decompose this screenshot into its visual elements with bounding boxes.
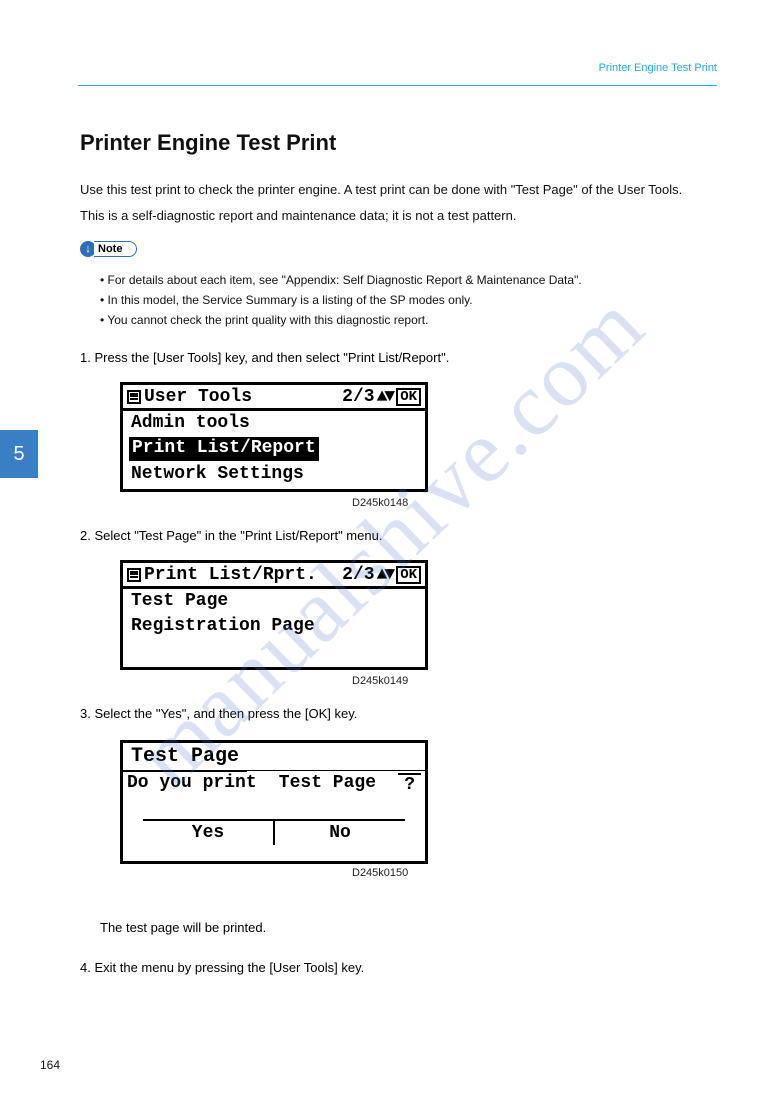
ok-indicator: OK xyxy=(396,388,421,406)
lcd-page-indicator: 2/3 xyxy=(342,387,374,407)
lcd-titlebar: User Tools 2/3 ▲▼ OK xyxy=(123,385,425,411)
lcd-screen-confirm: Test Page Do you print Test Page ? Yes N… xyxy=(120,740,428,864)
header-label: Printer Engine Test Print xyxy=(599,62,717,74)
note-bullet-2: In this model, the Service Summary is a … xyxy=(100,292,717,309)
lcd-titlebar: Print List/Rprt. 2/3 ▲▼ OK xyxy=(123,563,425,589)
step-1: 1. Press the [User Tools] key, and then … xyxy=(80,350,449,365)
updown-arrows-icon: ▲▼ xyxy=(377,387,393,407)
option-no: No xyxy=(275,821,405,845)
header-divider xyxy=(78,85,717,86)
page-number: 164 xyxy=(40,1058,60,1072)
step-2: 2. Select "Test Page" in the "Print List… xyxy=(80,528,382,543)
ok-indicator: OK xyxy=(396,566,421,584)
image-id-2: D245k0149 xyxy=(352,675,408,687)
lcd-item-admin-tools: Admin tools xyxy=(123,411,425,436)
note-bullet-3: You cannot check the print quality with … xyxy=(100,312,717,329)
prompt-left: Do you print xyxy=(127,773,257,795)
note-label: Note xyxy=(94,241,137,257)
option-yes: Yes xyxy=(143,821,275,845)
step-3: 3. Select the "Yes", and then press the … xyxy=(80,706,357,721)
lcd-item-test-page: Test Page xyxy=(123,589,425,614)
intro-line-1: Use this test print to check the printer… xyxy=(80,180,717,200)
step-4-result: The test page will be printed. xyxy=(100,920,266,935)
step-5: 4. Exit the menu by pressing the [User T… xyxy=(80,960,364,975)
image-id-1: D245k0148 xyxy=(352,497,408,509)
menu-icon xyxy=(127,568,141,582)
image-id-3: D245k0150 xyxy=(352,867,408,879)
lcd-item-registration-page: Registration Page xyxy=(123,614,425,639)
chapter-tab: 5 xyxy=(0,430,38,478)
section-title: Printer Engine Test Print xyxy=(80,130,336,156)
prompt-right: Test Page xyxy=(279,773,376,795)
menu-icon xyxy=(127,390,141,404)
prompt-qmark: ? xyxy=(398,773,421,795)
updown-arrows-icon: ▲▼ xyxy=(377,565,393,585)
lcd-title: Test Page xyxy=(123,743,247,772)
intro-line-2: This is a self-diagnostic report and mai… xyxy=(80,206,717,226)
note-bullet-1: For details about each item, see "Append… xyxy=(100,272,717,289)
lcd-page-indicator: 2/3 xyxy=(342,565,374,585)
lcd-item-print-list-report: Print List/Report xyxy=(129,437,319,460)
lcd-item-network-settings: Network Settings xyxy=(123,462,425,487)
lcd-screen-user-tools: User Tools 2/3 ▲▼ OK Admin tools Print L… xyxy=(120,382,428,492)
lcd-title: Print List/Rprt. xyxy=(144,565,342,585)
lcd-title: User Tools xyxy=(144,387,342,407)
lcd-screen-print-list: Print List/Rprt. 2/3 ▲▼ OK Test Page Reg… xyxy=(120,560,428,670)
note-pill: ↓ Note xyxy=(80,240,137,258)
